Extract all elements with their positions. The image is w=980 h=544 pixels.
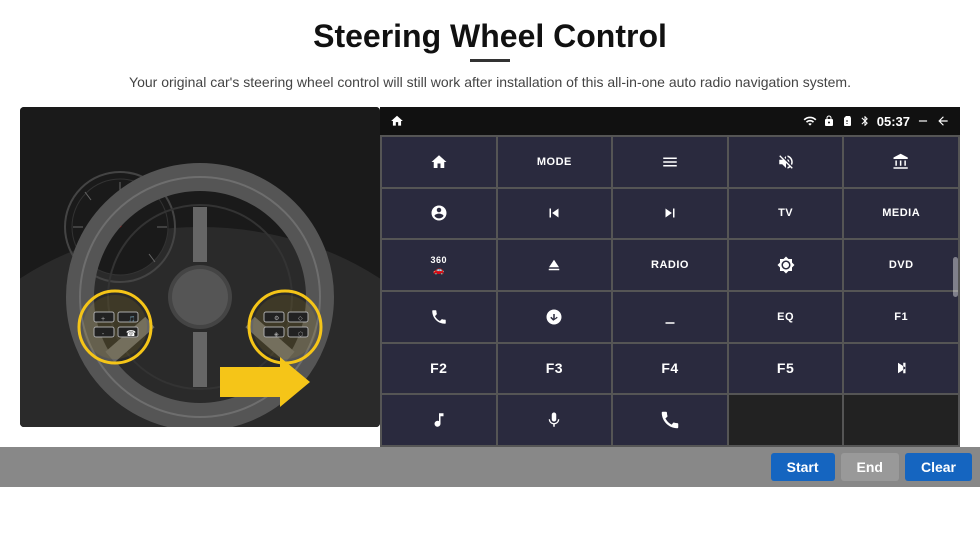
title-divider <box>470 59 510 62</box>
radio-button[interactable]: RADIO <box>613 240 727 290</box>
svg-text:⚙: ⚙ <box>274 315 279 322</box>
apps-button[interactable] <box>844 137 958 187</box>
phone-button[interactable] <box>382 292 496 342</box>
eject-button[interactable] <box>498 240 612 290</box>
dvd-button[interactable]: DVD <box>844 240 958 290</box>
mic-button[interactable] <box>498 395 612 445</box>
360-button[interactable]: 360🚗 <box>382 240 496 290</box>
prev-button[interactable] <box>498 189 612 239</box>
hangup-button[interactable] <box>613 395 727 445</box>
svg-text:☎: ☎ <box>126 329 136 338</box>
mute-button[interactable] <box>729 137 843 187</box>
content-area: + - 🎵 ☎ ⚙ ◈ ◇ ⬡ <box>20 107 960 447</box>
tv-button[interactable]: TV <box>729 189 843 239</box>
status-bar: 05:37 <box>380 107 960 135</box>
svg-text:◇: ◇ <box>298 316 303 322</box>
svg-text:+: + <box>101 316 105 323</box>
steering-wheel-image: + - 🎵 ☎ ⚙ ◈ ◇ ⬡ <box>20 107 380 427</box>
f5-button[interactable]: F5 <box>729 344 843 394</box>
empty-btn1 <box>729 395 843 445</box>
f1-button[interactable]: F1 <box>844 292 958 342</box>
f4-button[interactable]: F4 <box>613 344 727 394</box>
scrollbar[interactable] <box>953 257 958 297</box>
minimize-button[interactable] <box>613 292 727 342</box>
end-button[interactable]: End <box>841 453 899 481</box>
media-button[interactable]: MEDIA <box>844 189 958 239</box>
next-button[interactable] <box>613 189 727 239</box>
svg-text:⬡: ⬡ <box>298 331 303 338</box>
home-button[interactable] <box>382 137 496 187</box>
page-title: Steering Wheel Control <box>0 0 980 59</box>
swipe-button[interactable] <box>498 292 612 342</box>
playpause-button[interactable] <box>844 344 958 394</box>
status-right: 05:37 <box>803 114 950 129</box>
status-left <box>390 114 404 128</box>
eq-button[interactable]: EQ <box>729 292 843 342</box>
time-display: 05:37 <box>877 114 910 129</box>
list-button[interactable] <box>613 137 727 187</box>
empty-btn2 <box>844 395 958 445</box>
music-button[interactable] <box>382 395 496 445</box>
svg-text:🎵: 🎵 <box>128 315 135 323</box>
settings-button[interactable] <box>382 189 496 239</box>
f3-button[interactable]: F3 <box>498 344 612 394</box>
f2-button[interactable]: F2 <box>382 344 496 394</box>
button-grid: MODE TV ME <box>380 135 960 447</box>
start-button[interactable]: Start <box>771 453 835 481</box>
svg-text:◈: ◈ <box>274 332 279 338</box>
clear-button[interactable]: Clear <box>905 453 972 481</box>
bottom-action-bar: Start End Clear <box>0 447 980 487</box>
brightness-button[interactable] <box>729 240 843 290</box>
subtitle: Your original car's steering wheel contr… <box>0 72 980 93</box>
mode-button[interactable]: MODE <box>498 137 612 187</box>
android-panel: 05:37 MODE <box>380 107 960 447</box>
